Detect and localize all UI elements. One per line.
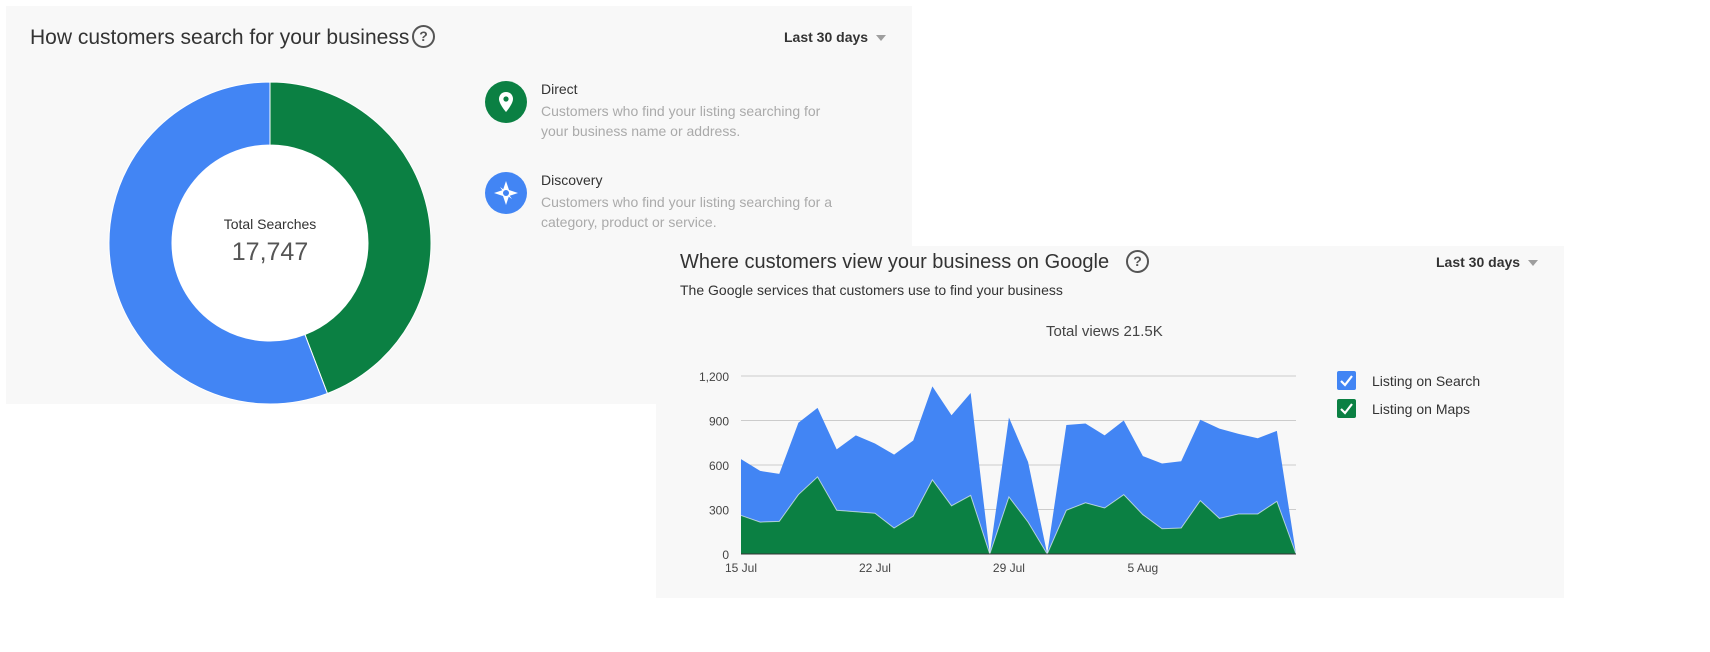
- y-tick-label: 1,200: [699, 370, 729, 384]
- compass-icon: [485, 172, 527, 214]
- x-tick-label: 22 Jul: [859, 561, 891, 575]
- views-area-chart: 0 300 600 900 1,200 15 Jul 22 Jul 29 Jul 5 Aug: [699, 370, 1297, 575]
- donut-center-label: Total Searches: [223, 216, 317, 232]
- legend-discovery-description: Customers who find your listing searchin…: [541, 194, 833, 230]
- legend-discovery-title: Discovery: [541, 172, 603, 188]
- x-tick-label: 5 Aug: [1128, 561, 1159, 575]
- y-tick-label: 600: [709, 459, 729, 473]
- series-checkbox-search[interactable]: [1337, 371, 1356, 390]
- series-checkbox-maps[interactable]: [1337, 399, 1356, 418]
- y-tick-label: 300: [709, 504, 729, 518]
- views-card: Where customers view your business on Go…: [656, 246, 1564, 598]
- legend-direct-title: Direct: [541, 81, 578, 97]
- donut-center-value: 17,747: [231, 238, 309, 266]
- x-tick-label: 15 Jul: [725, 561, 757, 575]
- x-tick-label: 29 Jul: [993, 561, 1025, 575]
- y-tick-label: 900: [709, 415, 729, 429]
- series-label-search: Listing on Search: [1372, 373, 1481, 389]
- legend-direct-description: Customers who find your listing searchin…: [541, 103, 821, 139]
- y-tick-label: 0: [722, 548, 729, 562]
- legend-discovery: Discovery Customers who find your listin…: [485, 172, 905, 242]
- legend-direct: Direct Customers who find your listing s…: [485, 81, 905, 151]
- location-pin-icon: [485, 81, 527, 123]
- series-label-maps: Listing on Maps: [1372, 401, 1471, 417]
